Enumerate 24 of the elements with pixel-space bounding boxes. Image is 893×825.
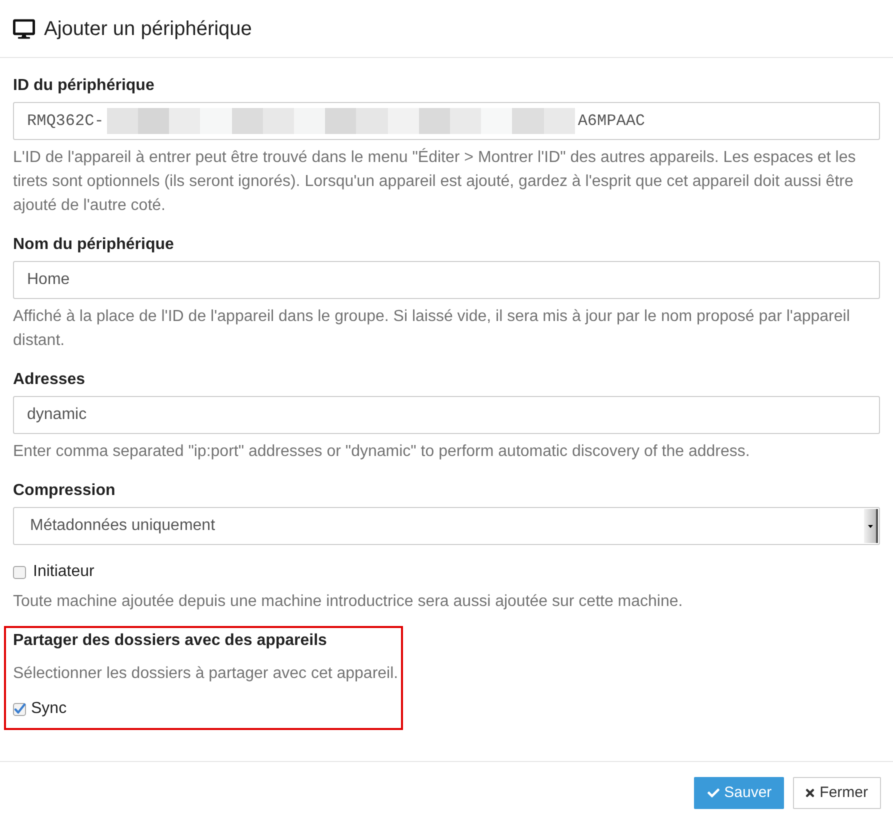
monitor-icon: [13, 18, 35, 38]
select-dropdown[interactable]: Métadonnées uniquement: [13, 507, 880, 545]
check-icon: [707, 787, 720, 799]
help-text: L'ID de l'appareil à entrer peut être trouvé dans le menu "Éditer > Montrer l'ID" des autres appareils. Les espaces et les tirets sont optionnels (ils seront ignorés). Lorsqu'un appareil est ajouté, gardez à l'esprit que cet appareil doit aussi être ajouté de l'autre coté.: [13, 147, 857, 216]
dialog-title: Ajouter un périphérique: [44, 16, 252, 42]
field-label: Compression: [13, 481, 116, 501]
help-text: Affiché à la place de l'ID de l'appareil dans le groupe. Si laissé vide, il sera mis à jour par le nom proposé par l'appareil distant.: [13, 307, 851, 351]
field-label: Nom du périphérique: [13, 235, 175, 255]
help-text: Sélectionner les dossiers à partager avec cet appareil.: [13, 664, 400, 684]
close-button[interactable]: Fermer: [792, 777, 881, 809]
text-field[interactable]: dynamic: [13, 396, 880, 434]
help-text: Toute machine ajoutée depuis une machine introductrice sera aussi ajoutée sur cette machine.: [13, 592, 684, 612]
section-heading: Partager des dossiers avec des appareils: [13, 631, 328, 651]
checkbox-icon[interactable]: [13, 566, 26, 578]
dropdown-caret-icon[interactable]: [864, 509, 878, 543]
device-id-field[interactable]: RMQ362C- A6MPAAC: [13, 102, 880, 140]
close-icon: [804, 787, 815, 799]
checkbox-icon[interactable]: [13, 702, 26, 716]
field-label: ID du périphérique: [13, 76, 156, 96]
field-label: Adresses: [13, 370, 86, 390]
text-field[interactable]: Home: [13, 261, 880, 299]
checkbox-option[interactable]: Initiateur: [13, 561, 880, 583]
folder-checkbox-option[interactable]: Sync: [13, 698, 401, 720]
help-text: Enter comma separated "ip:port" addresses or "dynamic" to perform automatic discovery of the address.: [13, 442, 751, 462]
